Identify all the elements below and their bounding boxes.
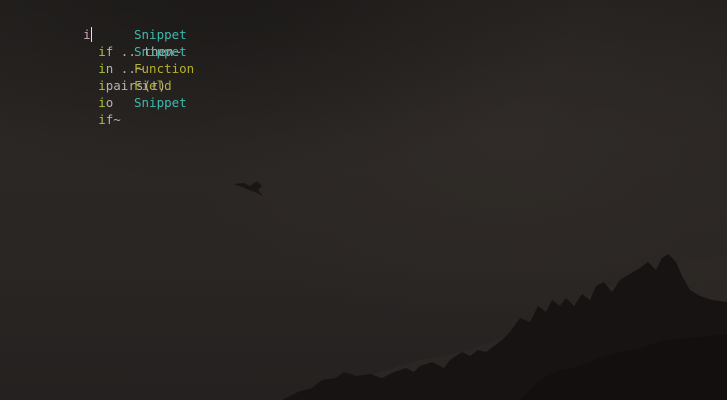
completion-kind: Snippet: [134, 44, 187, 59]
completion-item[interactable]: if .. then~ Snippet: [38, 26, 186, 59]
completion-kind: Snippet: [134, 27, 187, 42]
completion-kind: Snippet: [134, 95, 187, 110]
editor-buffer[interactable]: i if .. then~ Snippet in ..~ Snippet ipa…: [0, 0, 727, 400]
completion-kind: Function: [134, 61, 195, 76]
completion-item[interactable]: ipairs(t) Function: [38, 60, 194, 93]
current-line[interactable]: i: [38, 9, 92, 42]
completion-item[interactable]: in ..~ Snippet: [38, 43, 186, 76]
completion-item[interactable]: if~ Snippet: [38, 94, 186, 127]
completion-match: i: [98, 112, 106, 127]
completion-label: f~: [105, 112, 121, 127]
completion-item[interactable]: io Field: [38, 77, 171, 110]
completion-kind: Field: [134, 78, 172, 93]
terminal-window: i if .. then~ Snippet in ..~ Snippet ipa…: [0, 0, 727, 400]
